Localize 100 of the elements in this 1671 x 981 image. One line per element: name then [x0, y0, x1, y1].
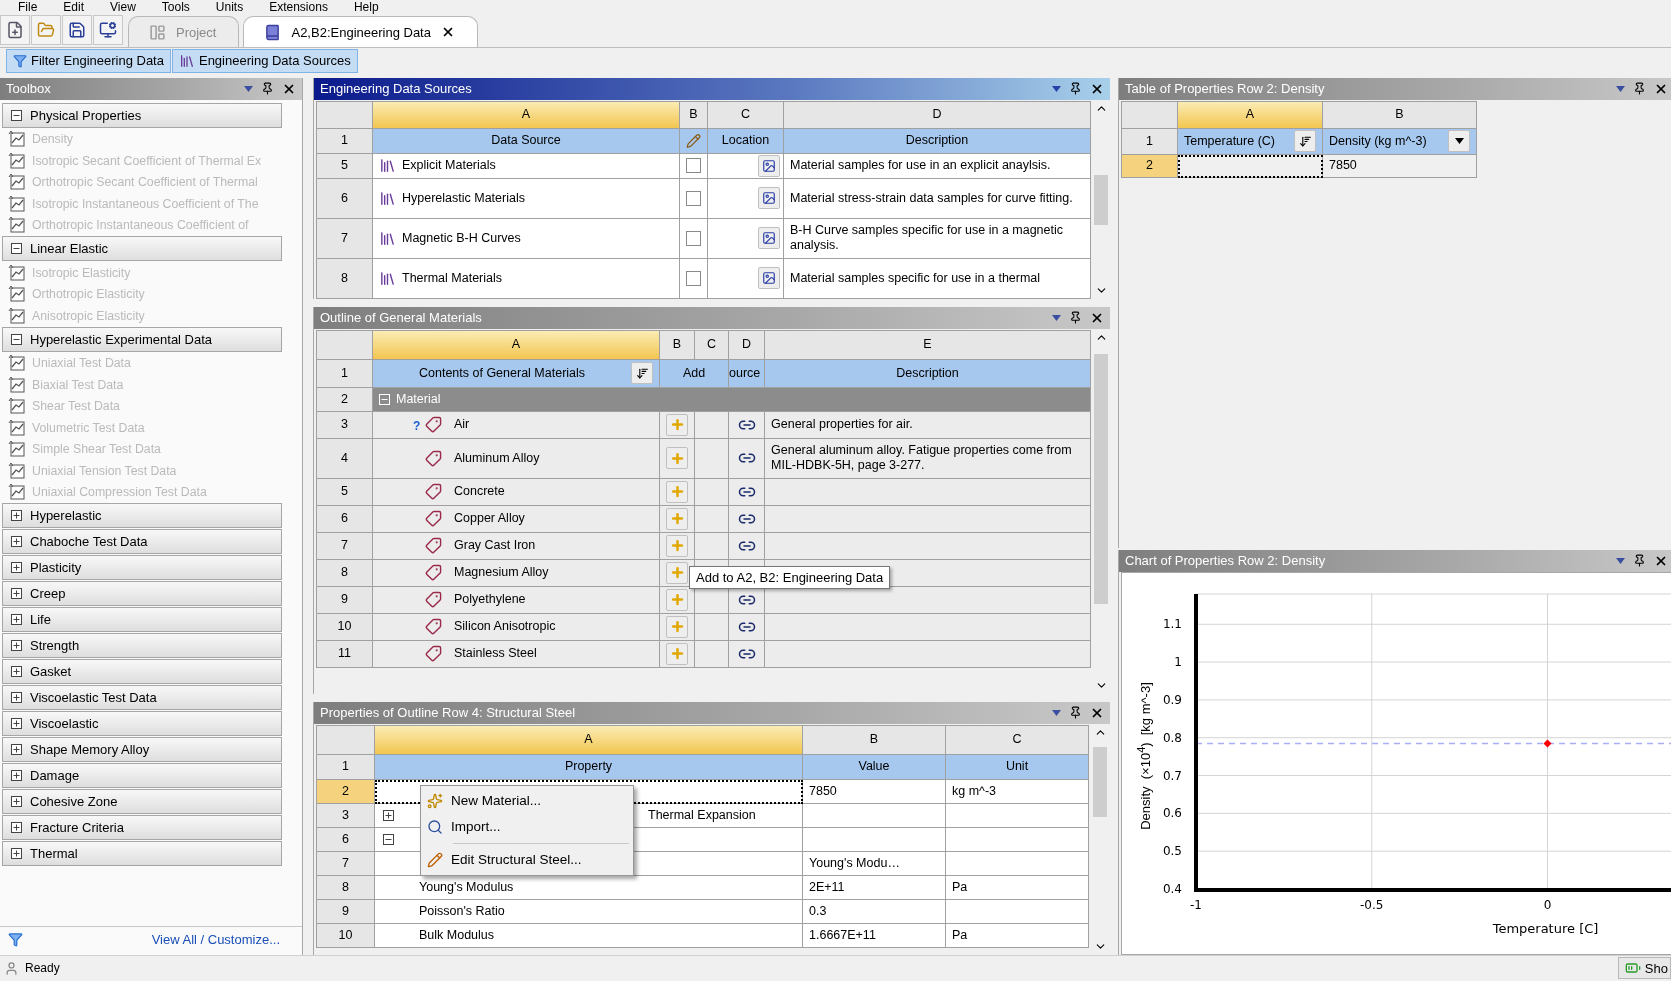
menu-item[interactable]: View: [110, 0, 136, 14]
column-header[interactable]: C: [708, 101, 784, 129]
pin-icon[interactable]: [1069, 706, 1082, 720]
menu-item[interactable]: File: [18, 0, 38, 14]
dropdown-icon[interactable]: [244, 85, 253, 92]
column-header[interactable]: A: [1178, 101, 1323, 129]
group-header[interactable]: Cohesive Zone: [2, 789, 282, 815]
dropdown-icon[interactable]: [1052, 314, 1061, 321]
input-field[interactable]: [1178, 154, 1323, 178]
scroll-thumb[interactable]: [1094, 174, 1108, 225]
group-header[interactable]: Chaboche Test Data: [2, 529, 282, 555]
dropdown-icon[interactable]: [1616, 85, 1625, 92]
expand-icon[interactable]: [11, 510, 22, 522]
location-button[interactable]: [758, 267, 780, 290]
pin-icon[interactable]: [261, 82, 274, 96]
column-header[interactable]: B: [803, 725, 946, 755]
column-header[interactable]: B: [680, 101, 708, 129]
group-header[interactable]: Creep: [2, 581, 282, 607]
menu-item[interactable]: Units: [215, 0, 244, 14]
expand-icon[interactable]: [11, 640, 22, 652]
dropdown-icon[interactable]: [1052, 85, 1061, 92]
group-header[interactable]: Strength: [2, 633, 282, 659]
column-header[interactable]: D: [729, 330, 765, 360]
column-header[interactable]: D: [784, 101, 1091, 129]
status-button[interactable]: Sho: [1617, 957, 1671, 980]
menu-item[interactable]: Tools: [161, 0, 190, 14]
checkbox[interactable]: [686, 270, 701, 286]
collapse-icon[interactable]: [11, 109, 22, 121]
expand-icon[interactable]: [11, 562, 22, 574]
sort-button[interactable]: [1294, 130, 1316, 153]
expand-icon[interactable]: [383, 809, 394, 821]
group-header[interactable]: Hyperelastic Experimental Data: [2, 326, 282, 352]
group-header[interactable]: Viscoelastic: [2, 711, 282, 737]
scroll-thumb[interactable]: [1093, 746, 1107, 817]
expand-icon[interactable]: [11, 692, 22, 704]
checkbox[interactable]: [686, 190, 701, 206]
column-header[interactable]: C: [695, 330, 729, 360]
column-header[interactable]: E: [765, 330, 1091, 360]
column-header[interactable]: B: [660, 330, 695, 360]
group-header[interactable]: Thermal: [2, 841, 282, 867]
group-header[interactable]: Viscoelastic Test Data: [2, 685, 282, 711]
expand-icon[interactable]: [11, 718, 22, 730]
group-header[interactable]: Shape Memory Alloy: [2, 737, 282, 763]
row-header[interactable]: 8: [317, 875, 375, 900]
expand-icon[interactable]: [11, 666, 22, 678]
pin-icon[interactable]: [1069, 82, 1082, 96]
collapse-icon[interactable]: [11, 333, 22, 345]
row-header[interactable]: 2: [317, 779, 375, 804]
expand-icon[interactable]: [11, 536, 22, 548]
menu-item[interactable]: Import...: [423, 813, 631, 840]
tools-button[interactable]: [93, 15, 123, 46]
column-header[interactable]: A: [375, 725, 803, 755]
group-header[interactable]: Physical Properties: [2, 102, 282, 128]
row-header[interactable]: 7: [317, 851, 375, 876]
column-header[interactable]: C: [946, 725, 1089, 755]
row-header[interactable]: 9: [317, 899, 375, 924]
dropdown-icon[interactable]: [1052, 709, 1061, 716]
column-header[interactable]: B: [1323, 101, 1477, 129]
location-button[interactable]: [758, 154, 780, 177]
save-button[interactable]: [62, 15, 92, 46]
pin-icon[interactable]: [1633, 82, 1646, 96]
row-header[interactable]: 6: [317, 827, 375, 852]
collapse-icon[interactable]: [11, 243, 22, 255]
dropdown-icon[interactable]: [1616, 557, 1625, 564]
expand-icon[interactable]: [11, 796, 22, 808]
toolbar-button[interactable]: Filter Engineering Data: [6, 48, 171, 73]
pin-icon[interactable]: [1069, 311, 1082, 325]
menu-item[interactable]: Edit: [63, 0, 85, 14]
column-header[interactable]: A: [373, 101, 680, 129]
group-header[interactable]: Plasticity: [2, 555, 282, 581]
toolbar-button[interactable]: Engineering Data Sources: [171, 48, 358, 73]
column-header[interactable]: A: [373, 330, 660, 360]
checkbox[interactable]: [686, 158, 701, 174]
group-header[interactable]: Linear Elastic: [2, 236, 282, 262]
filter-icon[interactable]: [8, 932, 23, 948]
expand-icon[interactable]: [11, 822, 22, 834]
checkbox[interactable]: [686, 230, 701, 246]
menu-item[interactable]: Edit Structural Steel...: [423, 846, 631, 873]
sort-button[interactable]: [631, 362, 653, 385]
expand-icon[interactable]: [11, 744, 22, 756]
dropdown-button[interactable]: [1448, 130, 1470, 153]
scroll-thumb[interactable]: [1094, 353, 1108, 604]
group-header[interactable]: Life: [2, 607, 282, 633]
document-tab[interactable]: A2,B2:Engineering Data: [243, 16, 478, 48]
group-header[interactable]: Gasket: [2, 659, 282, 685]
menu-item[interactable]: Extensions: [269, 0, 328, 14]
expand-icon[interactable]: [11, 588, 22, 600]
expand-icon[interactable]: [11, 848, 22, 860]
pin-icon[interactable]: [1633, 554, 1646, 568]
location-button[interactable]: [758, 227, 780, 250]
collapse-icon[interactable]: [383, 833, 394, 845]
menu-item[interactable]: Help: [353, 0, 379, 14]
group-header[interactable]: Fracture Criteria: [2, 815, 282, 841]
view-all-link[interactable]: View All / Customize...: [151, 932, 280, 948]
row-header[interactable]: 3: [317, 803, 375, 828]
location-button[interactable]: [758, 187, 780, 210]
menu-item[interactable]: New Material...: [423, 787, 631, 814]
group-header[interactable]: Hyperelastic: [2, 503, 282, 529]
row-header[interactable]: 10: [317, 923, 375, 948]
group-header[interactable]: Damage: [2, 763, 282, 789]
